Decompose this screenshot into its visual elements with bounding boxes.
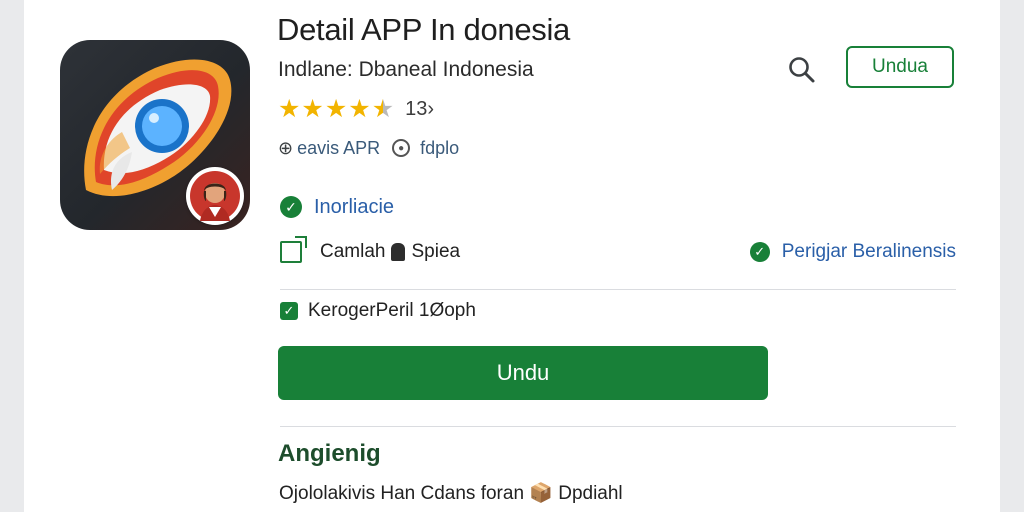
search-icon [789,57,815,83]
installed-label: Inorliacie [314,195,395,218]
feature-right-text: Perigjar Beralinensis [781,241,956,262]
feature-left[interactable]: Camlah Spiea [280,236,461,263]
checkbox-label: KerogerPeril 1Øoph [308,300,476,321]
section-title: Angienig [278,440,381,467]
feature-row: Camlah Spiea ✓ Perigjar Beralinensis [280,236,956,267]
meta-row: ⊕ eavis APR ● fdplo [278,135,459,161]
install-button[interactable]: Undu [278,346,768,400]
feature-right[interactable]: ✓ Perigjar Beralinensis [749,241,956,263]
search-button[interactable] [786,54,818,86]
rating-count: 13› [405,97,435,120]
developer-avatar[interactable] [186,167,244,225]
check-circle-icon: ✓ [280,196,302,218]
meta-left-label: eavis APR [297,137,381,158]
rating-row: ★ ★ ★ ★ ★ 13› [278,94,434,124]
check-circle-icon: ✓ [749,242,770,262]
divider [280,289,956,290]
star-icon: ★ [278,94,301,123]
developer-name[interactable]: Indlane: Dbaneal Indonesia [278,58,534,82]
figure-icon [391,243,406,261]
checkbox-checked-icon[interactable]: ✓ [280,302,298,320]
content-rating-icon: ⊕ [278,137,294,158]
open-external-icon [280,236,307,263]
feature-left-text-2: Spiea [411,241,461,262]
star-icon: ★ [348,94,371,123]
feature-left-text-1: Camlah [320,241,386,262]
star-icon: ★ [324,94,348,123]
star-icon: ★ [301,94,324,123]
installed-status: ✓ Inorliacie [280,193,394,221]
meta-right-label[interactable]: fdplo [420,138,459,159]
star-half-icon: ★ [371,94,395,123]
download-outline-button[interactable]: Undua [846,46,954,88]
checkbox-row[interactable]: ✓ KerogerPeril 1Øoph [280,298,476,324]
app-detail-page: Detail APP In donesia Indlane: Dbaneal I… [24,0,1000,512]
info-circle-icon: ● [392,139,411,157]
app-title: Detail APP In donesia [277,12,570,47]
divider [280,426,956,427]
app-description: Ojololakivis Han Cdans foran 📦 Dpdiahl [279,483,623,504]
person-portrait-icon [190,171,240,221]
